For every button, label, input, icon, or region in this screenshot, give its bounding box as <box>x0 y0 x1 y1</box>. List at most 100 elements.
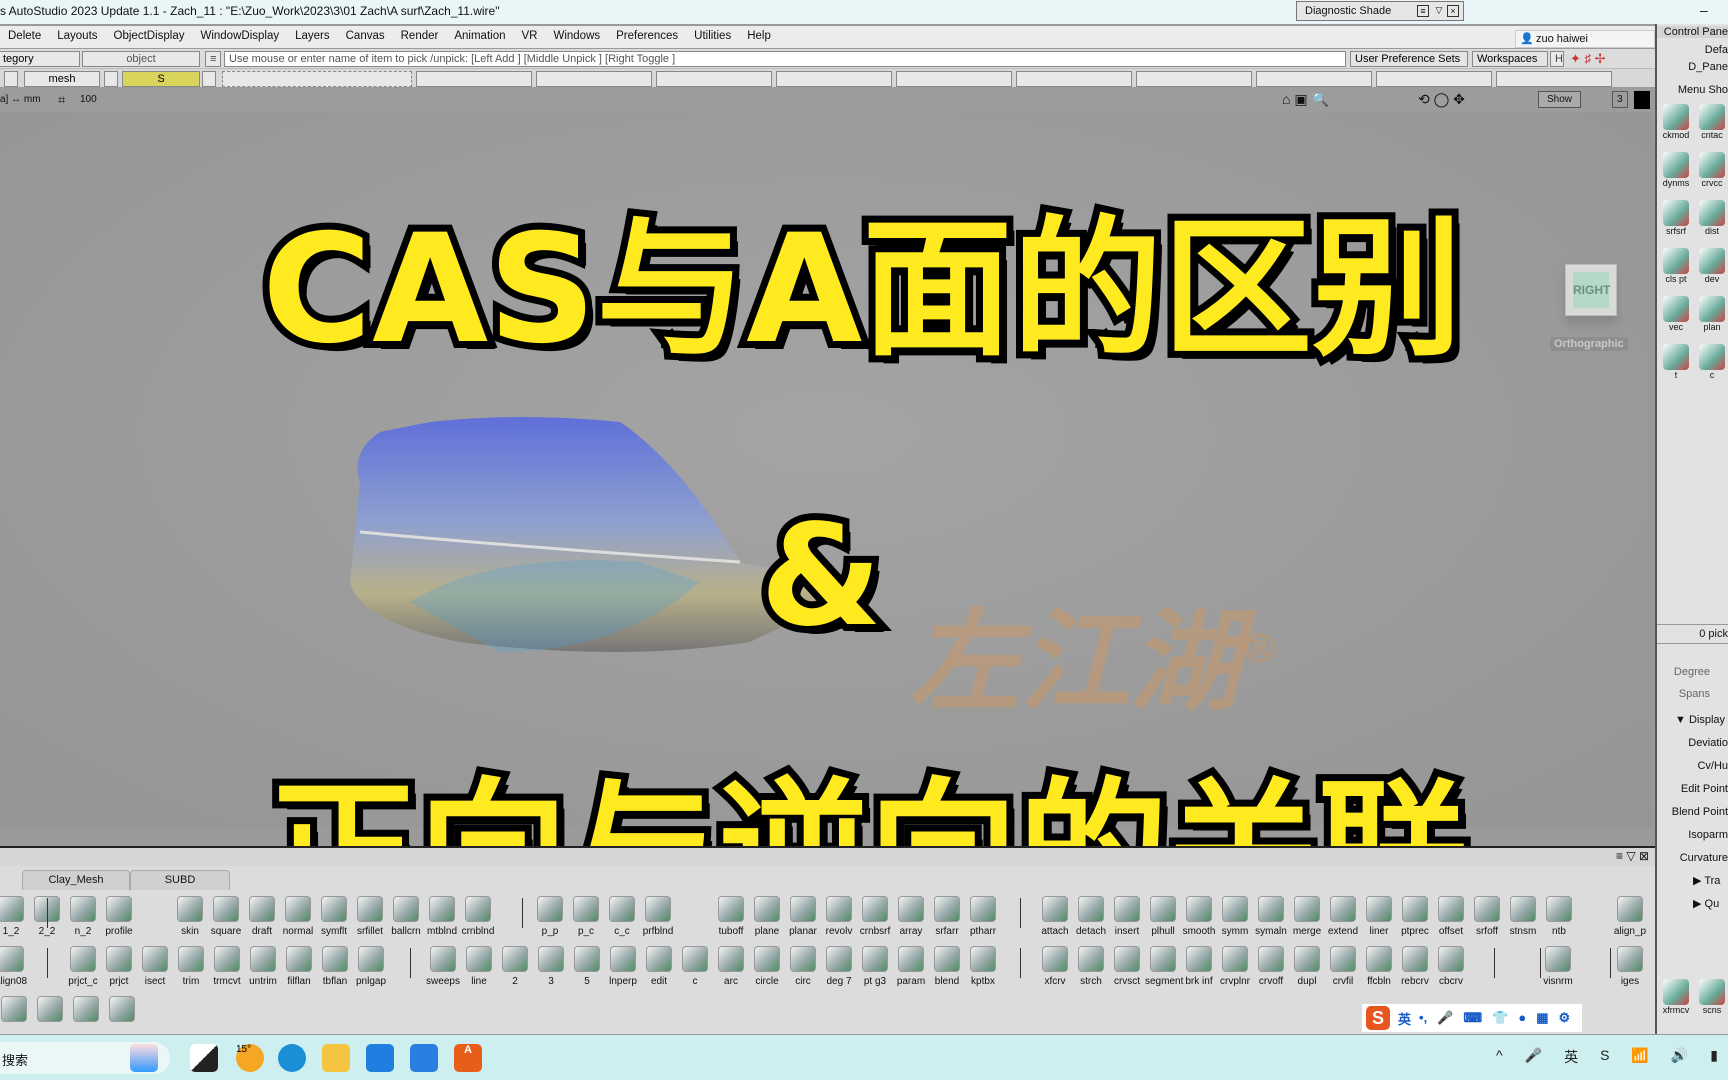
menu-objectdisplay[interactable]: ObjectDisplay <box>114 30 185 44</box>
shelf-tool-strch[interactable]: strch <box>1073 946 1109 987</box>
minimize-button[interactable]: – <box>1700 2 1708 18</box>
shelf-tool-circ[interactable]: circ <box>785 946 821 987</box>
shelf-tool-crnblnd[interactable]: crnblnd <box>460 896 496 937</box>
shelf-tool-c_c[interactable]: c_c <box>604 896 640 937</box>
color-swatch[interactable] <box>1634 91 1650 109</box>
shelf-tool-draft[interactable]: draft <box>244 896 280 937</box>
menu-help[interactable]: Help <box>747 30 771 44</box>
shelf-tool-untrim[interactable]: untrim <box>245 946 281 987</box>
panel-tool-xfrmcv[interactable]: xfrmcv <box>1659 979 1693 1015</box>
close-icon[interactable]: × <box>1447 5 1459 17</box>
shelf-tool-stnsm[interactable]: stnsm <box>1505 896 1541 937</box>
layer-s[interactable]: S <box>122 71 200 87</box>
menu-windows[interactable]: Windows <box>553 30 600 44</box>
display-subsection[interactable]: ▶ Tra <box>1657 874 1728 887</box>
shelf-tool-arc[interactable]: arc <box>713 946 749 987</box>
display-item[interactable]: Curvature <box>1657 852 1728 864</box>
ime-item[interactable]: 🎤 <box>1437 1010 1453 1026</box>
list-icon[interactable]: ≡ <box>205 51 221 67</box>
shelf-tool-trmcvt[interactable]: trmcvt <box>209 946 245 987</box>
shelf-tool-crvfil[interactable]: crvfil <box>1325 946 1361 987</box>
display-subsection[interactable]: ▶ Qu <box>1657 897 1728 910</box>
ime-item[interactable]: ⌨ <box>1463 1010 1482 1026</box>
panel-tool-vec[interactable]: vec <box>1659 296 1693 332</box>
shelf-tool-pnlgap[interactable]: pnlgap <box>353 946 389 987</box>
shelf-tool-revolv[interactable]: revolv <box>821 896 857 937</box>
menu-delete[interactable]: Delete <box>8 30 41 44</box>
menu-canvas[interactable]: Canvas <box>346 30 385 44</box>
autostudio-icon[interactable]: A <box>454 1044 482 1072</box>
panel-tool-scns[interactable]: scns <box>1695 979 1728 1015</box>
shelf-tool-prfblnd[interactable]: prfblnd <box>640 896 676 937</box>
view-icons[interactable]: ⟲ ◯ ✥ <box>1418 91 1465 108</box>
shelf-window-controls[interactable]: ≡ ▽ ⊠ <box>1616 849 1649 863</box>
shelf-tool-5[interactable]: 5 <box>569 946 605 987</box>
shelf-tool-filflan[interactable]: filflan <box>281 946 317 987</box>
shelf-tool-visnrm[interactable]: visnrm <box>1540 946 1576 987</box>
tab-subd[interactable]: SUBD <box>130 870 230 890</box>
shelf-tool[interactable] <box>68 996 104 1022</box>
panel-tool-dist[interactable]: dist <box>1695 200 1728 236</box>
shelf-tool-ptharr[interactable]: ptharr <box>965 896 1001 937</box>
tray-item[interactable]: S <box>1600 1047 1609 1067</box>
shelf-tool-smooth[interactable]: smooth <box>1181 896 1217 937</box>
layer-slot[interactable] <box>1016 71 1132 87</box>
ime-item[interactable]: 👕 <box>1492 1010 1508 1026</box>
shelf-tool-prjct_c[interactable]: prjct_c <box>65 946 101 987</box>
layer-slot[interactable] <box>1376 71 1492 87</box>
shelf-tool[interactable] <box>0 996 32 1022</box>
panel-tool-srfsrf[interactable]: srfsrf <box>1659 200 1693 236</box>
shelf-tool-1_2[interactable]: 1_2 <box>0 896 29 937</box>
display-item[interactable]: Isoparm <box>1657 829 1728 841</box>
checkbox[interactable] <box>4 71 18 87</box>
ime-item[interactable]: ● <box>1518 1010 1526 1026</box>
shelf-tool-2[interactable]: 2 <box>497 946 533 987</box>
shelf-tool-offset[interactable]: offset <box>1433 896 1469 937</box>
shelf-tool-p_p[interactable]: p_p <box>532 896 568 937</box>
shelf-tool-lnperp[interactable]: lnperp <box>605 946 641 987</box>
panel-tool-t[interactable]: t <box>1659 344 1693 380</box>
shelf-tool-p_c[interactable]: p_c <box>568 896 604 937</box>
view-cube[interactable]: RIGHT <box>1565 264 1617 316</box>
layer-empty[interactable] <box>222 71 412 87</box>
app-icon[interactable] <box>366 1044 394 1072</box>
panel-tool-dev[interactable]: dev <box>1695 248 1728 284</box>
shelf-tool-brk-inf[interactable]: brk inf <box>1181 946 1217 987</box>
tray-item[interactable]: ^ <box>1496 1047 1503 1067</box>
ime-item[interactable]: ▦ <box>1536 1010 1548 1026</box>
shelf-tool-edit[interactable]: edit <box>641 946 677 987</box>
weather-icon[interactable]: 15° <box>236 1044 264 1072</box>
camera-icons[interactable]: ⌂ ▣ 🔍 <box>1282 91 1329 108</box>
layer-mesh[interactable]: mesh <box>24 71 100 87</box>
shelf-tool-square[interactable]: square <box>208 896 244 937</box>
display-section[interactable]: ▼ Display <box>1657 714 1728 726</box>
magnet-icon[interactable]: ✦ ♯ ✢ <box>1570 51 1606 67</box>
layer-slot[interactable] <box>536 71 652 87</box>
edge-icon[interactable] <box>278 1044 306 1072</box>
object-pick-field[interactable]: object <box>82 51 200 67</box>
shelf-tool-blend[interactable]: blend <box>929 946 965 987</box>
shelf-tool-sweeps[interactable]: sweeps <box>425 946 461 987</box>
shelf-tool[interactable] <box>32 996 68 1022</box>
shelf-tool-skin[interactable]: skin <box>172 896 208 937</box>
display-item[interactable]: Deviatio <box>1657 737 1728 749</box>
ime-language[interactable]: 英 <box>1398 1009 1411 1028</box>
shelf-tool-prjct[interactable]: prjct <box>101 946 137 987</box>
shelf-tool-normal[interactable]: normal <box>280 896 316 937</box>
shelf-tool-c[interactable]: c <box>677 946 713 987</box>
ime-item[interactable]: •, <box>1419 1010 1427 1026</box>
shelf-tool-insert[interactable]: insert <box>1109 896 1145 937</box>
ime-item[interactable]: ⚙ <box>1558 1010 1570 1026</box>
shelf-tool-srfarr[interactable]: srfarr <box>929 896 965 937</box>
ime-toolbar[interactable]: S 英 •, 🎤 ⌨ 👕 ● ▦ ⚙ <box>1362 1004 1582 1032</box>
shelf-tool-plhull[interactable]: plhull <box>1145 896 1181 937</box>
shelf-tool-3[interactable]: 3 <box>533 946 569 987</box>
shelf-tool-liner[interactable]: liner <box>1361 896 1397 937</box>
layer-slot[interactable] <box>1256 71 1372 87</box>
panel-tool-crvcc[interactable]: crvcc <box>1695 152 1728 188</box>
menu-animation[interactable]: Animation <box>454 30 505 44</box>
display-item[interactable]: Edit Point <box>1657 783 1728 795</box>
shelf-tool-kptbx[interactable]: kptbx <box>965 946 1001 987</box>
shelf-tool-symaln[interactable]: symaln <box>1253 896 1289 937</box>
shelf-tool-rebcrv[interactable]: rebcrv <box>1397 946 1433 987</box>
